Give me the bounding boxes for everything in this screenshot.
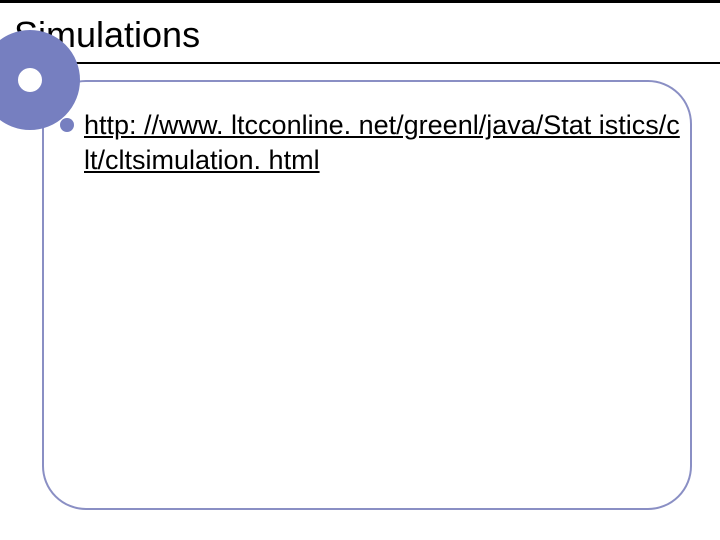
body-area: http: //www. ltcconline. net/greenl/java… (60, 108, 680, 178)
divider-bottom (0, 62, 720, 64)
title-area: Simulations (0, 0, 720, 64)
link[interactable]: http: //www. ltcconline. net/greenl/java… (84, 108, 680, 178)
slide: Simulations http: //www. ltcconline. net… (0, 0, 720, 540)
list-item: http: //www. ltcconline. net/greenl/java… (60, 108, 680, 178)
divider-top (0, 0, 720, 3)
bullet-icon (60, 118, 74, 132)
slide-title: Simulations (0, 10, 720, 64)
